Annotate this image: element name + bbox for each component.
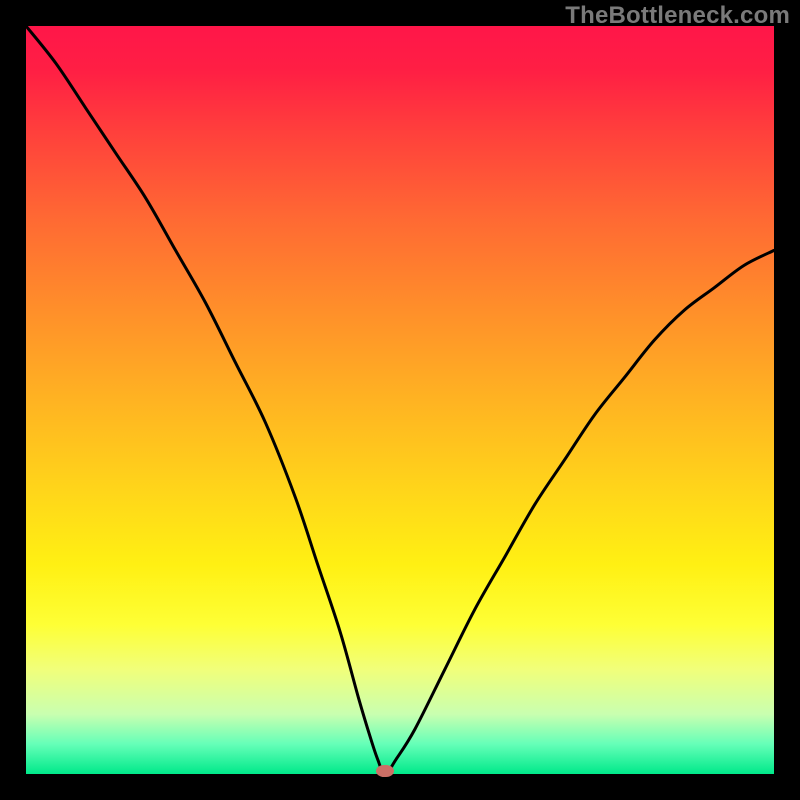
optimum-marker <box>376 765 394 777</box>
bottleneck-curve <box>26 26 774 774</box>
chart-frame: TheBottleneck.com <box>0 0 800 800</box>
plot-area <box>26 26 774 774</box>
